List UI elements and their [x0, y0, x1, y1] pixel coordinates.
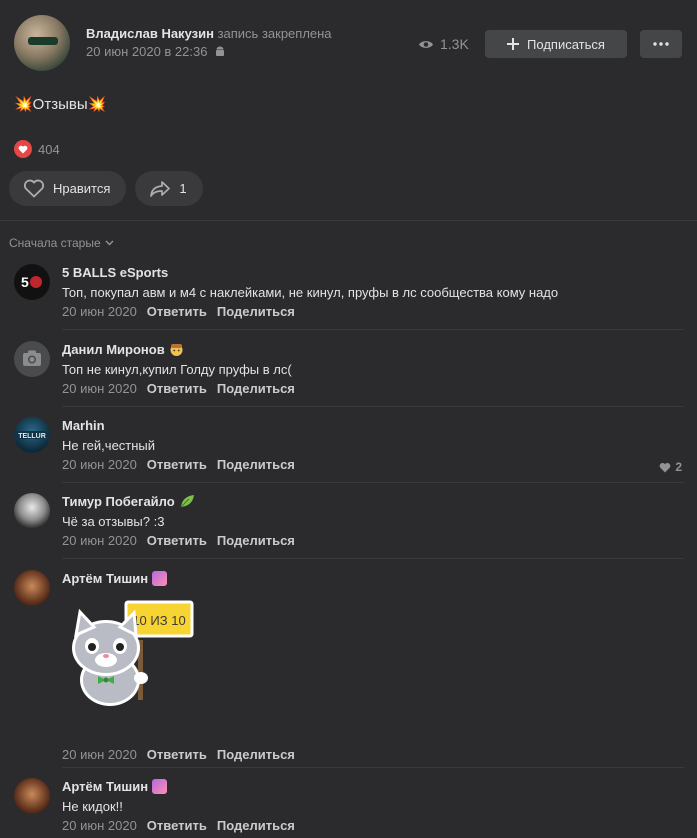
share-link[interactable]: Поделиться — [217, 457, 295, 472]
comment-divider — [62, 406, 684, 407]
face-emoji-icon — [170, 344, 183, 356]
share-link[interactable]: Поделиться — [217, 533, 295, 548]
author-line: Владислав Накузин запись закреплена — [86, 26, 332, 41]
comment-divider — [62, 482, 684, 483]
commenter-avatar[interactable] — [14, 493, 50, 529]
share-link[interactable]: Поделиться — [217, 818, 295, 833]
comment-item: Артём Тишин Не кидок!! 20 июн 2020 Ответ… — [14, 778, 684, 838]
share-link[interactable]: Поделиться — [217, 381, 295, 396]
android-icon — [216, 46, 225, 56]
sticker-sign-text: 10 ИЗ 10 — [132, 613, 185, 628]
views-counter: 1.3K — [418, 36, 469, 52]
svg-text:5: 5 — [21, 274, 29, 290]
share-link[interactable]: Поделиться — [217, 747, 295, 762]
divider — [0, 220, 697, 221]
reply-link[interactable]: Ответить — [147, 747, 207, 762]
share-link[interactable]: Поделиться — [217, 304, 295, 319]
comment-text: Не кидок!! — [62, 799, 123, 814]
comment-divider — [62, 558, 684, 559]
like-label: Нравится — [53, 181, 111, 196]
commenter-name[interactable]: Marhin — [62, 417, 684, 434]
comment-date[interactable]: 20 июн 2020 — [62, 533, 137, 548]
reply-link[interactable]: Ответить — [147, 533, 207, 548]
author-avatar[interactable] — [14, 15, 70, 71]
cat-sticker[interactable]: 10 ИЗ 10 — [62, 600, 197, 710]
reactions-summary[interactable]: 404 — [14, 140, 60, 158]
comment-item: 5 5 BALLS eSports Топ, покупал авм и м4 … — [14, 264, 684, 332]
sort-label: Сначала старые — [9, 236, 101, 250]
comment-date[interactable]: 20 июн 2020 — [62, 747, 137, 762]
commenter-name-row: Артём Тишин — [62, 570, 684, 587]
comment-text: Топ, покупал авм и м4 с наклейками, не к… — [62, 285, 559, 300]
views-count: 1.3K — [440, 36, 469, 52]
commenter-name-row: Данил Миронов — [62, 341, 684, 358]
likes-total: 404 — [38, 141, 60, 157]
commenter-avatar[interactable]: 5 — [14, 264, 50, 300]
commenter-name[interactable]: Артём Тишин — [62, 571, 148, 586]
subscribe-label: Подписаться — [527, 36, 605, 52]
leaf-icon — [180, 495, 194, 508]
share-count: 1 — [179, 181, 187, 196]
like-button[interactable]: Нравится — [9, 171, 127, 206]
comment-item: Артём Тишин 10 ИЗ 10 20 июн 2020 Ответит… — [14, 570, 684, 768]
comment-date[interactable]: 20 июн 2020 — [62, 304, 137, 319]
pinned-label: запись закреплена — [217, 26, 332, 41]
post-actions: Нравится 1 — [9, 171, 203, 206]
plus-icon — [507, 38, 520, 50]
comment-like-button[interactable]: 2 — [659, 460, 682, 474]
camera-icon — [23, 350, 41, 366]
comment-text: Не гей,честный — [62, 438, 156, 453]
post-date-line: 20 июн 2020 в 22:36 — [86, 44, 225, 59]
heart-outline-icon — [23, 179, 45, 198]
comment-text: Чё за отзывы? :3 — [62, 514, 165, 529]
eye-icon — [419, 40, 433, 48]
sticker-badge-icon — [152, 779, 168, 794]
reply-link[interactable]: Ответить — [147, 381, 207, 396]
commenter-avatar[interactable] — [14, 570, 50, 606]
commenter-name[interactable]: Артём Тишин — [62, 779, 148, 794]
reply-link[interactable]: Ответить — [147, 457, 207, 472]
comment-date[interactable]: 20 июн 2020 — [62, 381, 137, 396]
comment-divider — [62, 329, 684, 330]
heart-reaction-icon — [14, 140, 32, 158]
more-icon — [653, 42, 669, 46]
post-text: 💥Отзывы💥 — [14, 96, 107, 113]
sticker-badge-icon — [152, 571, 168, 586]
heart-icon — [659, 462, 671, 472]
reply-link[interactable]: Ответить — [147, 818, 207, 833]
commenter-name[interactable]: Тимур Побегайло — [62, 494, 175, 509]
comment-divider — [62, 767, 684, 768]
commenter-avatar[interactable] — [14, 341, 50, 377]
comment-item: Данил Миронов Топ не кинул,купил Голду п… — [14, 341, 684, 409]
commenter-name[interactable]: 5 BALLS eSports — [62, 264, 684, 281]
commenter-name[interactable]: Данил Миронов — [62, 342, 165, 357]
chevron-down-icon — [105, 240, 114, 246]
comment-date[interactable]: 20 июн 2020 — [62, 457, 137, 472]
commenter-avatar[interactable]: TELLUR — [14, 417, 50, 453]
avatar-logo-text: TELLUR — [18, 433, 46, 440]
comment-item: TELLUR Marhin Не гей,честный 20 июн 2020… — [14, 417, 684, 485]
post-header: Владислав Накузин запись закреплена 20 и… — [14, 15, 684, 71]
share-button[interactable]: 1 — [135, 171, 203, 206]
more-button[interactable] — [640, 30, 682, 58]
sort-dropdown[interactable]: Сначала старые — [9, 236, 114, 250]
comment-text: Топ не кинул,купил Голду пруфы в лс( — [62, 362, 292, 377]
comment-date[interactable]: 20 июн 2020 — [62, 818, 137, 833]
comment-item: Тимур Побегайло Чё за отзывы? :3 20 июн … — [14, 493, 684, 561]
commenter-name-row: Артём Тишин — [62, 778, 684, 795]
commenter-avatar[interactable] — [14, 778, 50, 814]
share-icon — [150, 180, 171, 197]
post-date[interactable]: 20 июн 2020 в 22:36 — [86, 44, 207, 59]
reply-link[interactable]: Ответить — [147, 304, 207, 319]
author-name[interactable]: Владислав Накузин — [86, 26, 214, 41]
comment-like-count: 2 — [675, 460, 682, 474]
subscribe-button[interactable]: Подписаться — [485, 30, 627, 58]
commenter-name-row: Тимур Побегайло — [62, 493, 684, 510]
